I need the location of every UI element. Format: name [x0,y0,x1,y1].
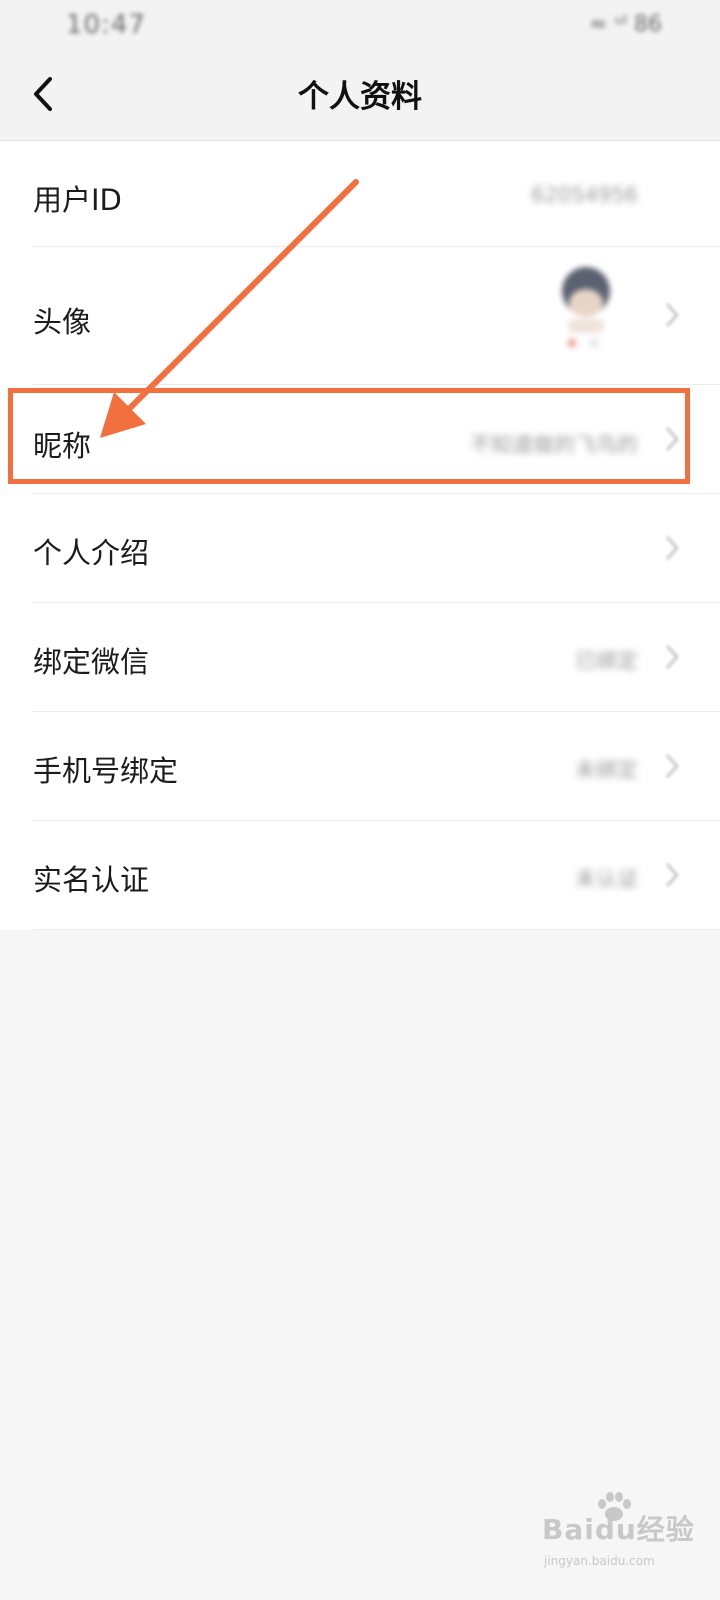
list-item-bind-phone[interactable]: 手机号绑定 未绑定 [33,712,720,821]
list-item-label: 头像 [33,305,92,339]
watermark-text: Baidu经验 [542,1513,695,1546]
list-item-value: 已绑定 [575,649,638,673]
list-item-label: 实名认证 [33,863,150,897]
profile-list: 用户ID 62054956 头像 昵称 不知道做的飞鸟的 个人介绍 绑定微信 已… [0,141,720,930]
list-item-bio[interactable]: 个人介绍 [33,494,720,603]
screen: 10:47 ≈ ᵘˡ 86 个人资料 用户ID 62054956 头像 昵称 不… [0,0,720,1600]
list-item-label: 昵称 [33,429,92,463]
baidu-watermark: Baidu经验 jingyan.baidu.com [542,1492,702,1582]
chevron-right-icon [666,754,679,778]
chevron-right-icon [666,863,679,887]
list-item-label: 绑定微信 [33,645,150,679]
list-item-value: 不知道做的飞鸟的 [470,433,638,457]
list-item-value: 62054956 [531,183,638,207]
list-item-avatar[interactable]: 头像 [33,247,720,385]
list-item-user-id[interactable]: 用户ID 62054956 [33,141,720,247]
avatar [554,267,618,349]
watermark-url: jingyan.baidu.com [544,1554,655,1568]
header: 个人资料 [0,55,720,141]
list-item-nickname[interactable]: 昵称 不知道做的飞鸟的 [33,385,720,494]
list-item-label: 手机号绑定 [33,754,179,788]
chevron-right-icon [666,303,679,327]
status-bar: 10:47 ≈ ᵘˡ 86 [0,0,720,55]
status-icons: ≈ ᵘˡ 86 [589,12,662,37]
list-item-value: 未认证 [575,867,638,891]
list-item-bind-wechat[interactable]: 绑定微信 已绑定 [33,603,720,712]
list-item-value: 未绑定 [575,758,638,782]
list-item-label: 用户ID [33,183,122,217]
chevron-right-icon [666,645,679,669]
list-item-real-name[interactable]: 实名认证 未认证 [33,821,720,930]
page-title: 个人资料 [298,79,422,115]
list-item-label: 个人介绍 [33,536,150,570]
chevron-right-icon [666,536,679,560]
status-time: 10:47 [66,10,146,40]
chevron-right-icon [666,427,679,451]
